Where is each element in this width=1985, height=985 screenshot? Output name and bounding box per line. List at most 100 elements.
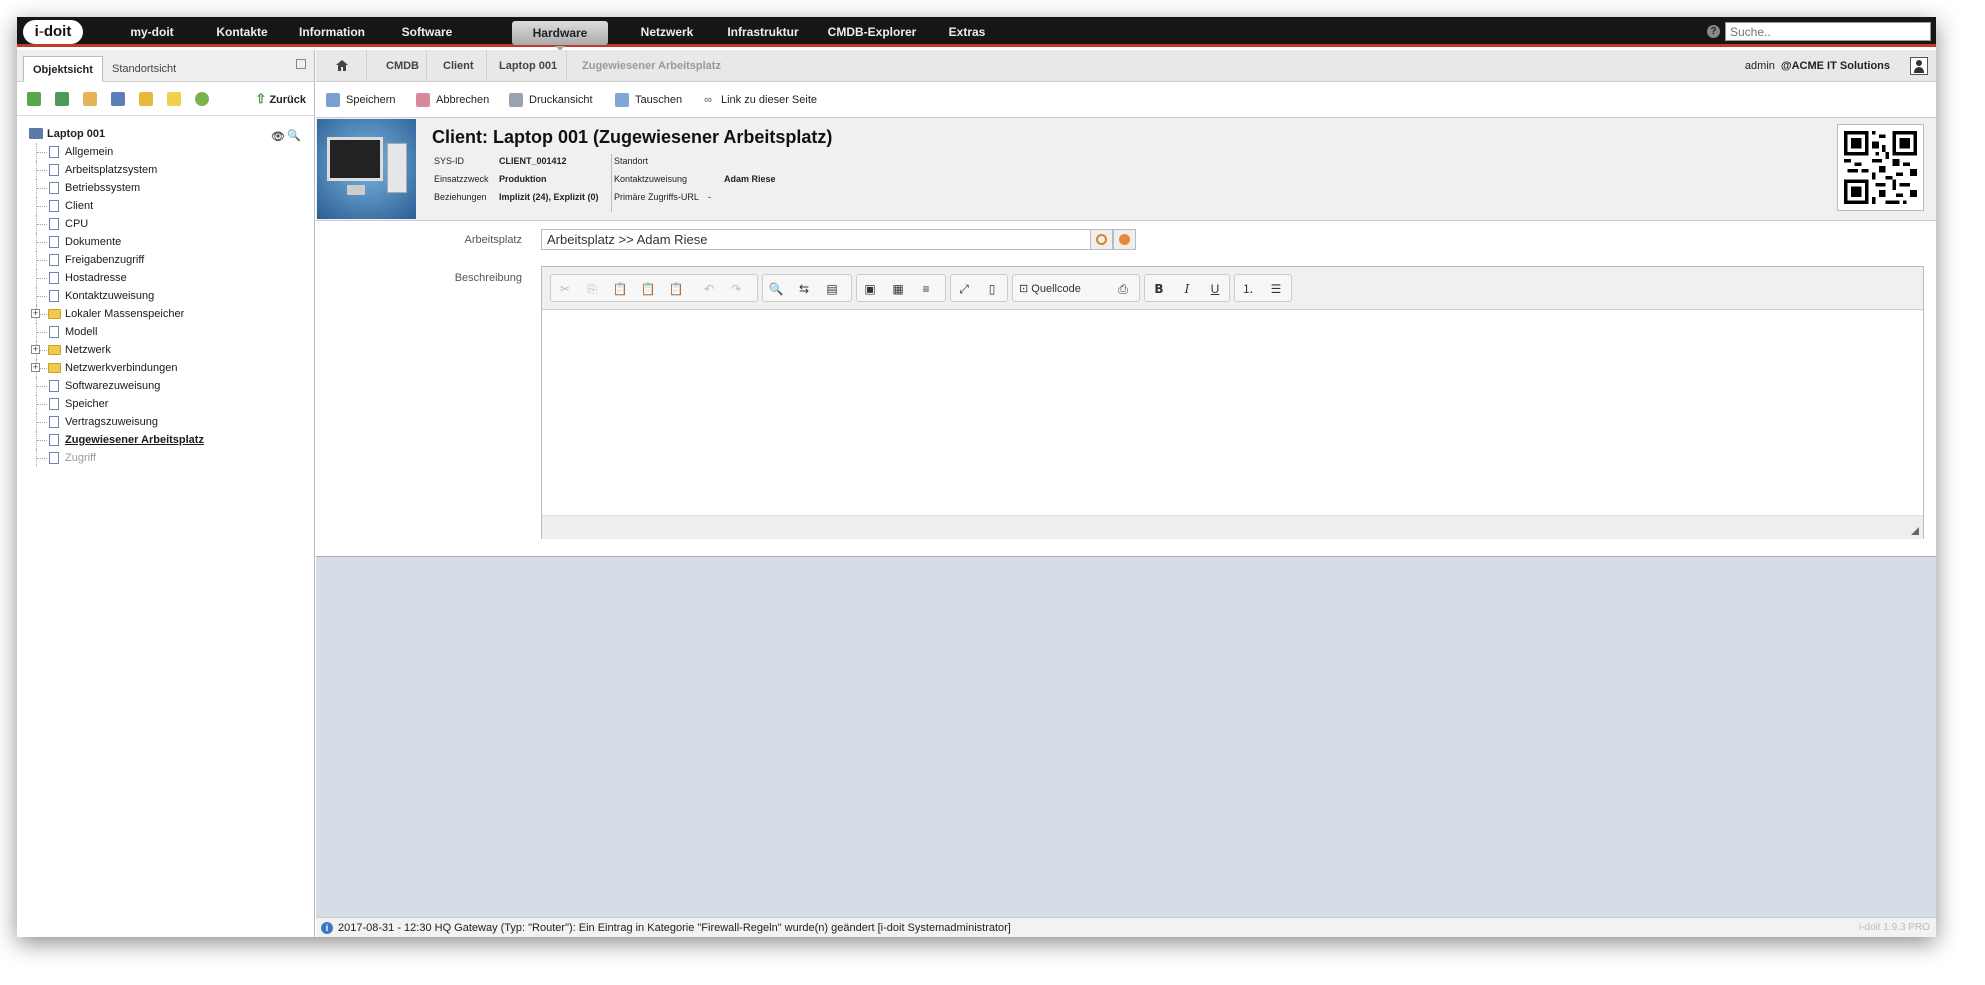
tree-item[interactable]: + Lokaler Massenspeicher bbox=[27, 305, 307, 323]
document-icon bbox=[49, 254, 59, 266]
idoit-logo[interactable]: i-doit bbox=[23, 20, 83, 44]
underline-icon[interactable]: U bbox=[1207, 281, 1223, 297]
copy-icon[interactable]: ⎘ bbox=[584, 281, 600, 297]
nav-kontakte[interactable]: Kontakte bbox=[207, 17, 277, 47]
italic-icon[interactable]: I bbox=[1179, 281, 1195, 297]
detach-button[interactable] bbox=[1113, 229, 1136, 250]
shield-icon[interactable] bbox=[167, 92, 181, 106]
tree-item[interactable]: Betriebssystem bbox=[27, 179, 307, 197]
expand-toggle-icon[interactable]: + bbox=[31, 345, 40, 354]
cut-icon[interactable]: ✂ bbox=[557, 281, 573, 297]
tree-item[interactable]: Kontaktzuweisung bbox=[27, 287, 307, 305]
browse-button[interactable] bbox=[1090, 229, 1113, 250]
avatar[interactable] bbox=[1910, 57, 1928, 75]
breadcrumb-client[interactable]: Client bbox=[443, 50, 474, 82]
horizontal-line-icon[interactable]: ≡ bbox=[918, 281, 934, 297]
tree-item[interactable]: Softwarezuweisung bbox=[27, 377, 307, 395]
lock-icon[interactable] bbox=[139, 92, 153, 106]
table-icon[interactable]: ▦ bbox=[890, 281, 906, 297]
home-icon[interactable] bbox=[336, 60, 348, 71]
maximize-icon[interactable]: ⤢ bbox=[956, 281, 972, 297]
user-info[interactable]: admin @ACME IT Solutions bbox=[1745, 50, 1890, 82]
search-input[interactable] bbox=[1725, 22, 1931, 41]
numbered-list-icon[interactable]: ⒈ bbox=[1240, 281, 1256, 297]
nav-netzwerk[interactable]: Netzwerk bbox=[627, 17, 707, 47]
select-all-icon[interactable]: ▤ bbox=[824, 281, 840, 297]
list-icon[interactable] bbox=[83, 92, 97, 106]
object-header: Client: Laptop 001 (Zugewiesener Arbeits… bbox=[316, 118, 1936, 221]
contact-value[interactable]: Adam Riese bbox=[724, 174, 776, 184]
tab-objektsicht[interactable]: Objektsicht bbox=[23, 56, 103, 82]
print-view-button[interactable]: Druckansicht bbox=[505, 82, 593, 118]
nav-extras[interactable]: Extras bbox=[937, 17, 997, 47]
tree-item[interactable]: Modell bbox=[27, 323, 307, 341]
help-icon[interactable]: ? bbox=[1707, 25, 1720, 38]
nav-my-doit[interactable]: my-doit bbox=[107, 17, 197, 47]
expand-toggle-icon[interactable]: + bbox=[31, 309, 40, 318]
breadcrumb-object[interactable]: Laptop 001 bbox=[499, 50, 557, 82]
image-icon[interactable]: ▣ bbox=[862, 281, 878, 297]
top-navigation: i-doit my-doit Kontakte Information Soft… bbox=[17, 17, 1936, 51]
bold-icon[interactable]: B bbox=[1151, 281, 1167, 297]
tree-item[interactable]: CPU bbox=[27, 215, 307, 233]
save-button[interactable]: Speichern bbox=[322, 82, 396, 118]
qr-code[interactable] bbox=[1837, 124, 1924, 211]
tree-item[interactable]: Vertragszuweisung bbox=[27, 413, 307, 431]
editor-toolbar: ✂ ⎘ 📋 📋 📋 ↶ ↷ 🔍 ⇆ ▤ ▣ ▦ ≡ ⤢ ▯ ⊡ Quellcod… bbox=[542, 267, 1923, 310]
paste-text-icon[interactable]: 📋 bbox=[640, 281, 656, 297]
tree-item-label: Netzwerk bbox=[65, 344, 111, 356]
expand-toggle-icon[interactable]: + bbox=[31, 363, 40, 372]
cancel-button[interactable]: Abbrechen bbox=[412, 82, 489, 118]
globe-icon[interactable] bbox=[195, 92, 209, 106]
tree-item[interactable]: + Netzwerkverbindungen bbox=[27, 359, 307, 377]
tree-item[interactable]: Freigabenzugriff bbox=[27, 251, 307, 269]
tree-item[interactable]: Speicher bbox=[27, 395, 307, 413]
tree-item[interactable]: Arbeitsplatzsystem bbox=[27, 161, 307, 179]
nav-infrastruktur[interactable]: Infrastruktur bbox=[717, 17, 809, 47]
paste-word-icon[interactable]: 📋 bbox=[668, 281, 684, 297]
popout-icon[interactable] bbox=[296, 59, 306, 69]
tree-root[interactable]: Laptop 001 👁 🔍 bbox=[27, 125, 307, 143]
nav-information[interactable]: Information bbox=[287, 17, 377, 47]
swap-button[interactable]: Tauschen bbox=[611, 82, 682, 118]
redo-icon[interactable]: ↷ bbox=[728, 281, 744, 297]
resize-handle-icon[interactable] bbox=[1911, 527, 1919, 535]
tree-item[interactable]: Zugewiesener Arbeitsplatz bbox=[27, 431, 307, 449]
tree-item[interactable]: Allgemein bbox=[27, 143, 307, 161]
arbeitsplatz-label: Arbeitsplatz bbox=[464, 234, 522, 246]
tree-item[interactable]: Dokumente bbox=[27, 233, 307, 251]
category-form: Arbeitsplatz Arbeitsplatz >> Adam Riese … bbox=[316, 221, 1936, 557]
swap-icon bbox=[615, 93, 629, 107]
breadcrumb-cmdb[interactable]: CMDB bbox=[386, 50, 419, 82]
document-icon bbox=[49, 326, 59, 338]
paste-icon[interactable]: 📋 bbox=[612, 281, 628, 297]
book-icon[interactable] bbox=[111, 92, 125, 106]
relations-value[interactable]: Implizit (24), Explizit (0) bbox=[499, 192, 599, 202]
url-value: - bbox=[708, 192, 711, 202]
replace-icon[interactable]: ⇆ bbox=[796, 281, 812, 297]
show-blocks-icon[interactable]: ▯ bbox=[984, 281, 1000, 297]
document-icon bbox=[49, 416, 59, 428]
breadcrumb: CMDB Client Laptop 001 Zugewiesener Arbe… bbox=[316, 50, 1936, 82]
bulleted-list-icon[interactable]: ☰ bbox=[1268, 281, 1284, 297]
tree-item[interactable]: Hostadresse bbox=[27, 269, 307, 287]
find-icon[interactable]: 🔍 bbox=[768, 281, 784, 297]
undo-icon[interactable]: ↶ bbox=[701, 281, 717, 297]
nav-cmdb-explorer[interactable]: CMDB-Explorer bbox=[822, 17, 922, 47]
back-button[interactable]: ⇧ Zurück bbox=[255, 91, 306, 107]
nav-software[interactable]: Software bbox=[387, 17, 467, 47]
tree-view-icon[interactable] bbox=[27, 92, 41, 106]
tab-standortsicht[interactable]: Standortsicht bbox=[103, 56, 185, 82]
tree-item[interactable]: + Netzwerk bbox=[27, 341, 307, 359]
print-icon[interactable]: ⎙ bbox=[1115, 281, 1131, 297]
source-button[interactable]: ⊡ Quellcode bbox=[1019, 281, 1099, 297]
nav-hardware[interactable]: Hardware bbox=[512, 21, 608, 51]
arbeitsplatz-field[interactable]: Arbeitsplatz >> Adam Riese bbox=[541, 229, 1091, 250]
tree-item[interactable]: Zugriff bbox=[27, 449, 307, 467]
tree-item-label: Freigabenzugriff bbox=[65, 254, 145, 266]
status-message[interactable]: 2017-08-31 - 12:30 HQ Gateway (Typ: "Rou… bbox=[338, 918, 1011, 937]
editor-body[interactable] bbox=[542, 310, 1923, 515]
tree-item[interactable]: Client bbox=[27, 197, 307, 215]
expand-icon[interactable] bbox=[55, 92, 69, 106]
page-link-button[interactable]: ∞ Link zu dieser Seite bbox=[697, 82, 817, 118]
